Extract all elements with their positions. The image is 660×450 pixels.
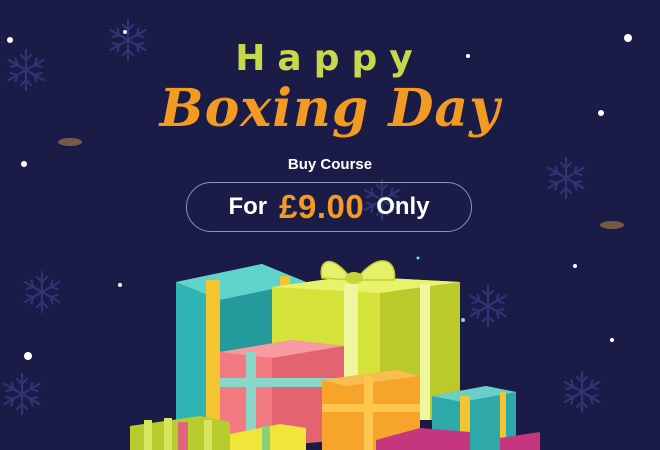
gift-boxes-illustration — [130, 260, 540, 450]
gift-box-icon — [130, 416, 230, 450]
boxing-day-banner: Happy Boxing Day Buy Course For £9.00 On… — [0, 0, 660, 450]
